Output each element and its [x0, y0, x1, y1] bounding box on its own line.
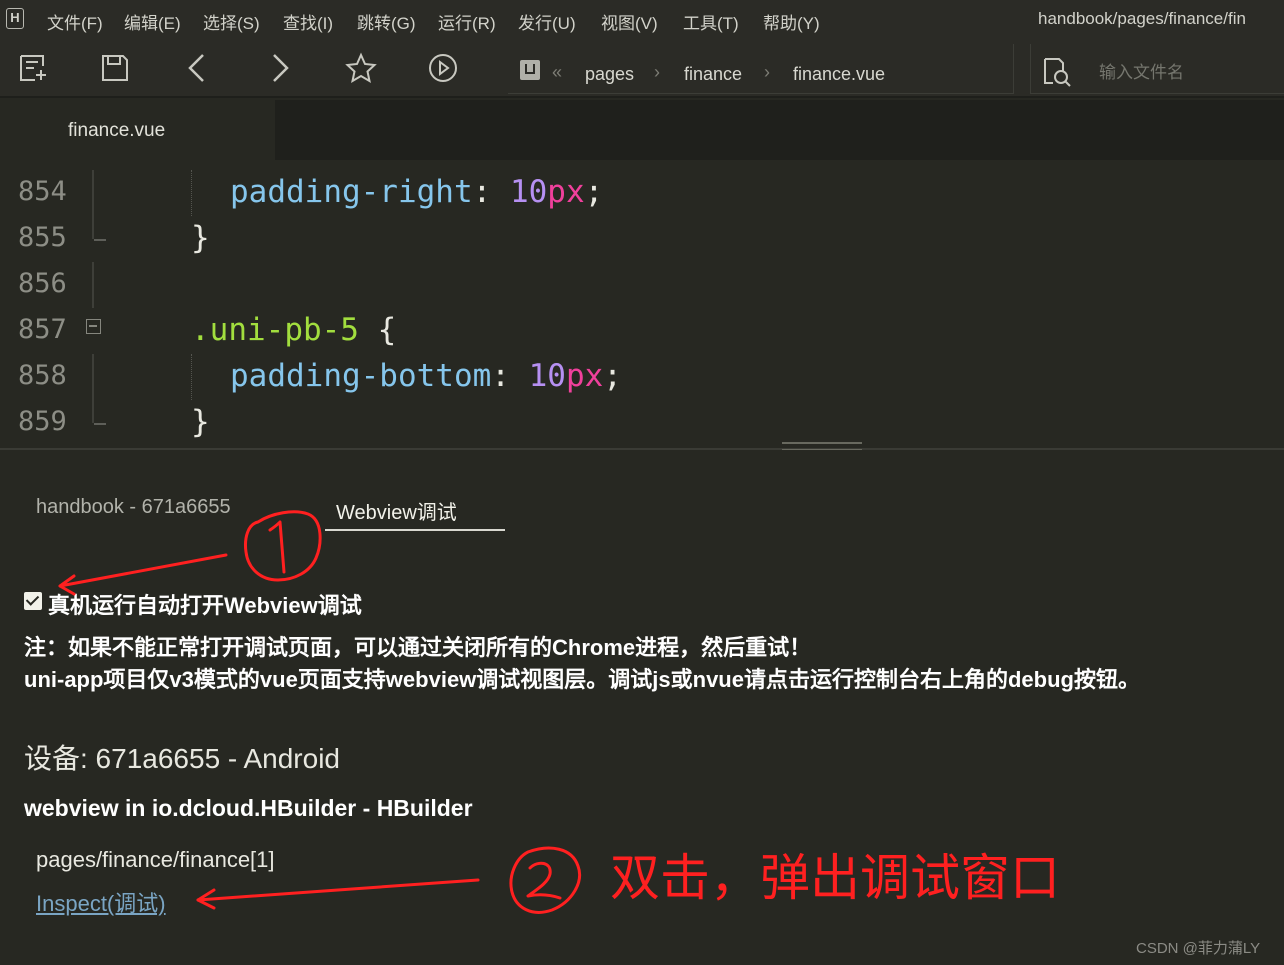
chevron-right-icon: › — [764, 62, 770, 82]
menu-select[interactable]: 选择(S) — [203, 9, 260, 34]
fold-end-marker — [94, 239, 106, 241]
css-brace-open: { — [358, 312, 397, 348]
double-chevron-left-icon[interactable]: « — [552, 62, 562, 83]
css-unit: px — [547, 174, 585, 210]
menu-file[interactable]: 文件(F) — [47, 9, 103, 34]
line-number: 854 — [18, 176, 67, 207]
code-text: .uni-pb-5 { — [191, 312, 396, 348]
breadcrumb-item-finance[interactable]: finance — [684, 64, 742, 85]
fold-end-marker — [94, 423, 106, 425]
css-brace-close: } — [191, 220, 210, 256]
save-icon[interactable] — [99, 52, 131, 84]
code-text: padding-bottom: 10px; — [230, 358, 622, 394]
css-number: 10 — [509, 174, 548, 210]
breadcrumb-item-file[interactable]: finance.vue — [793, 64, 885, 85]
file-search-input[interactable]: 输入文件名 — [1030, 44, 1284, 94]
note-uniapp-v3: uni-app项目仅v3模式的vue页面支持webview调试视图层。调试js或… — [24, 667, 1140, 692]
toolbar: « pages › finance › finance.vue 输入文件名 — [0, 38, 1284, 98]
code-line: 855 } — [0, 216, 1284, 262]
tab-label: finance.vue — [68, 120, 166, 141]
auto-open-checkbox[interactable] — [24, 592, 42, 610]
menu-goto[interactable]: 跳转(G) — [357, 9, 416, 34]
css-brace-close: } — [191, 404, 210, 440]
tab-console-device[interactable]: handbook - 671a6655 — [36, 496, 231, 519]
note-chrome-restart: 注：如果不能正常打开调试页面，可以通过关闭所有的Chrome进程，然后重试！ — [24, 635, 812, 660]
device-label: 设备: 671a6655 - Android — [24, 743, 340, 774]
file-search-placeholder: 输入文件名 — [1099, 63, 1184, 82]
inspect-link[interactable]: Inspect(调试) — [36, 886, 166, 918]
run-icon[interactable] — [427, 52, 459, 84]
project-icon — [520, 60, 540, 80]
css-semicolon: ; — [603, 358, 622, 394]
fold-gutter-line — [92, 262, 94, 308]
auto-open-checkbox-label: 真机运行自动打开Webview调试 — [48, 593, 362, 618]
css-selector: .uni-pb-5 — [191, 312, 359, 348]
line-number: 859 — [18, 406, 67, 437]
menu-publish[interactable]: 发行(U) — [518, 9, 576, 34]
menu-tools[interactable]: 工具(T) — [683, 9, 739, 34]
forward-icon[interactable] — [263, 52, 295, 84]
line-number: 858 — [18, 360, 67, 391]
css-number: 10 — [528, 358, 566, 394]
menu-edit[interactable]: 编辑(E) — [124, 9, 181, 34]
code-line: 854 padding-right: 10px; — [0, 170, 1284, 216]
code-line: 857 .uni-pb-5 { — [0, 308, 1284, 354]
fold-gutter-line — [92, 170, 94, 216]
breadcrumb-item-pages[interactable]: pages — [585, 64, 634, 85]
star-icon[interactable] — [345, 52, 377, 84]
menu-view[interactable]: 视图(V) — [601, 9, 658, 34]
webview-title: webview in io.dcloud.HBuilder - HBuilder — [24, 795, 473, 821]
breadcrumb: « pages › finance › finance.vue — [508, 44, 1014, 94]
fold-gutter-line — [92, 400, 94, 423]
annotation-caption: 双击，弹出调试窗口 — [610, 849, 1060, 907]
fold-collapse-icon[interactable] — [86, 319, 101, 334]
css-semicolon: ; — [584, 174, 604, 210]
line-number: 855 — [18, 222, 67, 253]
back-icon[interactable] — [182, 52, 214, 84]
page-path: pages/finance/finance[1] — [36, 847, 275, 872]
fold-gutter-line — [92, 216, 94, 239]
code-text: } — [191, 404, 210, 440]
code-line: 858 padding-bottom: 10px; — [0, 354, 1284, 400]
watermark: CSDN @菲力蒲LY — [1136, 940, 1261, 957]
menu-find[interactable]: 查找(I) — [283, 9, 333, 34]
code-editor[interactable]: 854 padding-right: 10px; 855 } 856 857 .… — [0, 160, 1284, 448]
editor-tab-bar: finance.vue — [0, 100, 1284, 160]
fold-gutter-line — [92, 354, 94, 400]
css-property: padding-right — [230, 174, 473, 210]
hbuilder-logo-icon: H — [6, 8, 24, 29]
menu-run[interactable]: 运行(R) — [438, 9, 496, 34]
code-text: padding-right: 10px; — [230, 174, 603, 210]
css-property: padding-bottom — [230, 358, 492, 394]
code-line: 856 — [0, 262, 1284, 308]
css-colon: : — [491, 358, 529, 394]
css-unit: px — [565, 358, 604, 394]
code-line: 859 } — [0, 400, 1284, 446]
indent-guide — [191, 354, 192, 400]
active-tab-indicator — [325, 529, 505, 531]
line-number: 856 — [18, 268, 67, 299]
menu-help[interactable]: 帮助(Y) — [763, 9, 820, 34]
file-search-icon — [1041, 56, 1073, 88]
tab-finance-vue[interactable]: finance.vue — [0, 100, 275, 160]
window-title-path: handbook/pages/finance/fin — [1038, 9, 1246, 28]
line-number: 857 — [18, 314, 67, 345]
css-colon: : — [472, 174, 510, 210]
menu-bar: H 文件(F) 编辑(E) 选择(S) 查找(I) 跳转(G) 运行(R) 发行… — [0, 0, 1284, 38]
chevron-right-icon: › — [654, 62, 660, 82]
code-text: } — [191, 220, 210, 256]
new-file-icon[interactable] — [17, 52, 49, 84]
indent-guide — [191, 170, 192, 216]
tab-webview-debug[interactable]: Webview调试 — [336, 496, 457, 525]
